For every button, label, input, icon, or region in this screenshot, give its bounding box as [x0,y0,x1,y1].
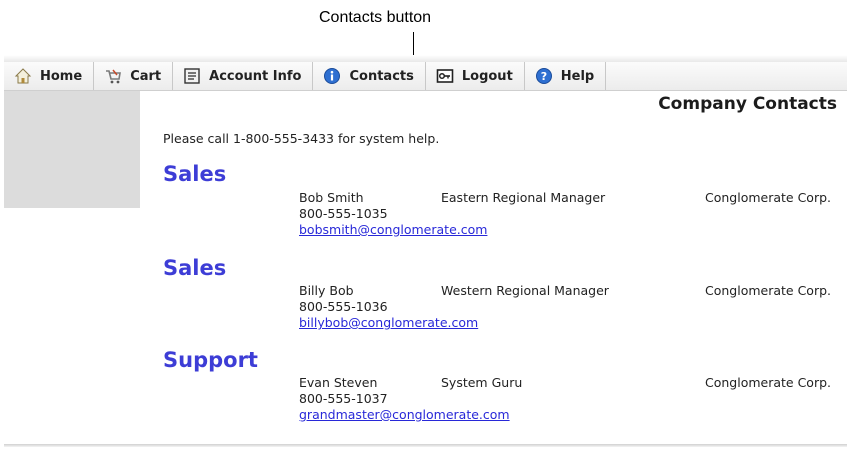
info-icon [323,67,341,85]
cart-icon [104,67,122,85]
nav-logout-label: Logout [461,68,513,84]
nav-contacts-label: Contacts [349,68,414,84]
contact-email-link[interactable]: bobsmith@conglomerate.com [299,222,487,237]
contact-name: Evan Steven [299,375,378,390]
contact-name: Bob Smith [299,190,364,205]
nav-account-info-button[interactable]: Account Info [173,62,314,90]
nav-cart-button[interactable]: Cart [94,62,174,90]
contact-phone: 800-555-1035 [299,206,388,221]
section-heading: Sales [163,162,227,186]
help-icon: ? [535,67,553,85]
system-help-text: Please call 1-800-555-3433 for system he… [163,131,440,146]
home-icon [14,67,32,85]
bottom-divider [4,444,847,447]
contact-role: System Guru [441,375,523,390]
contact-email-link[interactable]: billybob@conglomerate.com [299,315,478,330]
account-info-icon [183,67,201,85]
nav-bar: Home Cart Account Info Contacts Logout ?… [4,62,847,91]
contact-name: Billy Bob [299,283,354,298]
logout-icon [436,67,454,85]
section-heading: Sales [163,256,227,280]
nav-home-label: Home [40,68,83,84]
contact-company: Conglomerate Corp. [705,190,832,205]
contact-phone: 800-555-1037 [299,391,388,406]
svg-text:?: ? [541,70,547,83]
contact-email-link[interactable]: grandmaster@conglomerate.com [299,407,510,422]
callout-label: Contacts button [319,9,432,26]
contact-role: Eastern Regional Manager [441,190,606,205]
contact-phone: 800-555-1036 [299,299,388,314]
side-panel [4,91,140,208]
nav-help-label: Help [560,68,595,84]
nav-logout-button[interactable]: Logout [426,62,525,90]
nav-home-button[interactable]: Home [4,62,95,90]
nav-contacts-button[interactable]: Contacts [313,62,426,90]
contact-company: Conglomerate Corp. [705,375,832,390]
contact-company: Conglomerate Corp. [705,283,832,298]
section-heading: Support [163,348,258,372]
nav-cart-label: Cart [130,68,162,84]
toolbar-top-shade [4,55,847,62]
nav-help-button[interactable]: ? Help [525,62,607,90]
nav-account-info-label: Account Info [209,68,302,84]
contact-role: Western Regional Manager [441,283,609,298]
page-title: Company Contacts [658,94,837,114]
